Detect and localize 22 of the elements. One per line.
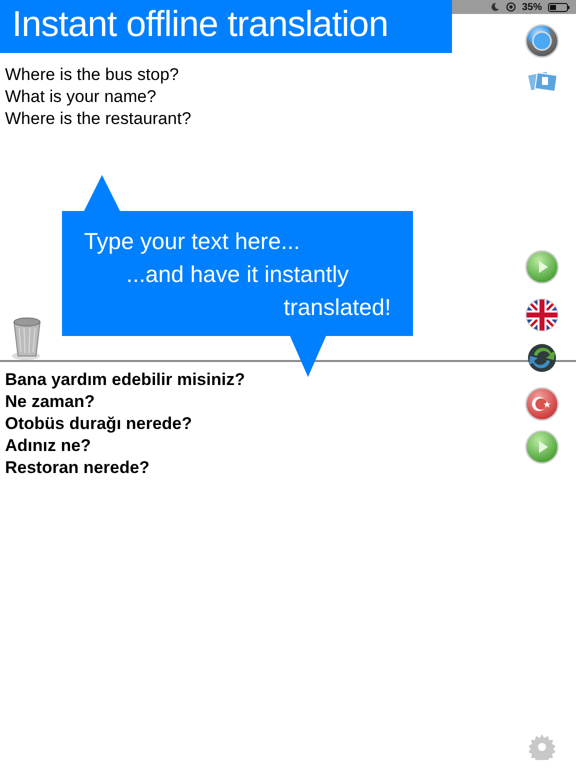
translated-text-line: Bana yardım edebilir misiniz? [5,369,245,391]
callout-text: ...and have it instantly [126,261,349,287]
translated-text-line: Restoran nerede? [5,457,150,479]
moon-icon [490,2,500,12]
play-button[interactable] [525,430,559,464]
battery-icon [548,2,570,12]
uk-flag-button[interactable] [525,298,559,332]
callout-text: Type your text here... [84,228,300,254]
translated-text-line: Otobüs durağı nerede? [5,413,192,435]
translated-text-line: Ne zaman? [5,391,95,413]
promo-banner: Instant offline translation [0,0,452,53]
source-text-line: Where is the restaurant? [5,108,192,130]
record-button[interactable] [525,24,559,58]
play-button[interactable] [525,250,559,284]
callout-text: translated! [284,294,391,320]
translated-text-line: Adınız ne? [5,435,91,457]
source-text-line: Where is the bus stop? [5,64,179,86]
rotation-lock-icon [506,2,516,12]
source-text-line: What is your name? [5,86,156,108]
turkish-flag-button[interactable] [525,387,559,421]
swap-languages-button[interactable] [525,341,559,375]
battery-percent: 35% [522,2,542,12]
